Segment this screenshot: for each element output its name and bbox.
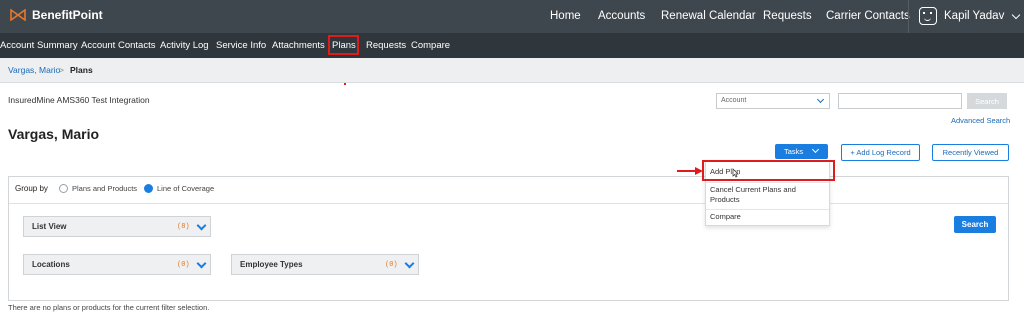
- top-search-button[interactable]: Search: [967, 93, 1007, 109]
- brand-name: BenefitPoint: [32, 8, 103, 22]
- radio-plans-and-products[interactable]: [59, 184, 68, 193]
- breadcrumb-parent-link[interactable]: Vargas, Mario: [8, 65, 60, 75]
- breadcrumb-current: Plans: [70, 65, 93, 75]
- nav-carrier-contacts[interactable]: Carrier Contacts: [826, 10, 910, 22]
- menu-divider: [706, 182, 829, 183]
- add-plan-highlight: [702, 160, 835, 181]
- employee-types-label: Employee Types: [240, 260, 303, 269]
- breadcrumb: Vargas, Mario > Plans: [0, 58, 1024, 83]
- account-search-type-select[interactable]: Account: [716, 93, 830, 109]
- tab-attachments[interactable]: Attachments: [272, 40, 325, 51]
- tab-service-info[interactable]: Service Info: [216, 40, 266, 51]
- locations-filter[interactable]: Locations (0): [23, 254, 211, 275]
- employee-types-filter[interactable]: Employee Types (0): [231, 254, 419, 275]
- top-navbar: BenefitPoint Home Accounts Renewal Calen…: [0, 0, 1024, 33]
- chevron-down-icon: [1011, 10, 1021, 20]
- radio-line-of-coverage[interactable]: [144, 184, 153, 193]
- radio-label-line-of-coverage[interactable]: Line of Coverage: [157, 184, 214, 193]
- tab-account-contacts[interactable]: Account Contacts: [81, 40, 155, 51]
- chevron-down-icon: [404, 258, 415, 269]
- account-select-value: Account: [721, 97, 747, 104]
- tasks-label: Tasks: [784, 147, 804, 156]
- brand-logo[interactable]: BenefitPoint: [10, 8, 103, 22]
- chevron-down-icon: [196, 258, 207, 269]
- group-by-label: Group by: [15, 184, 48, 193]
- account-subnav: Account Summary Account Contacts Activit…: [0, 33, 1024, 58]
- tab-account-summary[interactable]: Account Summary: [0, 40, 78, 51]
- account-search-input[interactable]: [838, 93, 962, 109]
- user-menu[interactable]: Kapil Yadav: [908, 0, 1024, 33]
- list-view-label: List View: [32, 222, 67, 231]
- menu-divider: [706, 209, 829, 210]
- menu-item-compare[interactable]: Compare: [710, 212, 741, 222]
- nav-home[interactable]: Home: [550, 10, 581, 22]
- tab-compare[interactable]: Compare: [411, 40, 450, 51]
- menu-item-cancel-current-plans[interactable]: Cancel Current Plans and Products: [710, 185, 822, 205]
- integration-label: InsuredMine AMS360 Test Integration: [8, 95, 150, 105]
- user-name: Kapil Yadav: [944, 10, 1005, 22]
- tab-requests[interactable]: Requests: [366, 40, 406, 51]
- user-avatar-icon: [919, 7, 937, 25]
- chevron-down-icon: [811, 145, 820, 154]
- chevron-down-icon: [196, 220, 207, 231]
- tasks-button[interactable]: Tasks: [775, 144, 828, 159]
- list-view-filter[interactable]: List View (8): [23, 216, 211, 237]
- nav-requests[interactable]: Requests: [763, 10, 812, 22]
- filter-search-button[interactable]: Search: [954, 216, 996, 233]
- nav-renewal-calendar[interactable]: Renewal Calendar: [661, 10, 756, 22]
- nav-accounts[interactable]: Accounts: [598, 10, 645, 22]
- filter-panel: [8, 176, 1009, 301]
- page-title: Vargas, Mario: [8, 126, 100, 142]
- add-log-record-button[interactable]: + Add Log Record: [841, 144, 920, 161]
- chevron-down-icon: [816, 95, 825, 104]
- benefitpoint-logo-icon: [10, 9, 26, 21]
- plans-tab-highlight: [328, 35, 359, 55]
- empty-results-message: There are no plans or products for the c…: [8, 303, 210, 312]
- breadcrumb-separator: >: [59, 65, 64, 75]
- recently-viewed-button[interactable]: Recently Viewed: [932, 144, 1009, 161]
- radio-label-plans-and-products[interactable]: Plans and Products: [72, 184, 137, 193]
- mouse-pointer-icon: [732, 168, 739, 178]
- locations-label: Locations: [32, 260, 70, 269]
- employee-types-count: (0): [385, 261, 398, 269]
- tab-activity-log[interactable]: Activity Log: [160, 40, 209, 51]
- panel-divider: [9, 203, 1008, 204]
- annotation-arrow-right-icon: [677, 167, 703, 175]
- advanced-search-link[interactable]: Advanced Search: [951, 116, 1010, 125]
- list-view-count: (8): [177, 223, 190, 231]
- locations-count: (0): [177, 261, 190, 269]
